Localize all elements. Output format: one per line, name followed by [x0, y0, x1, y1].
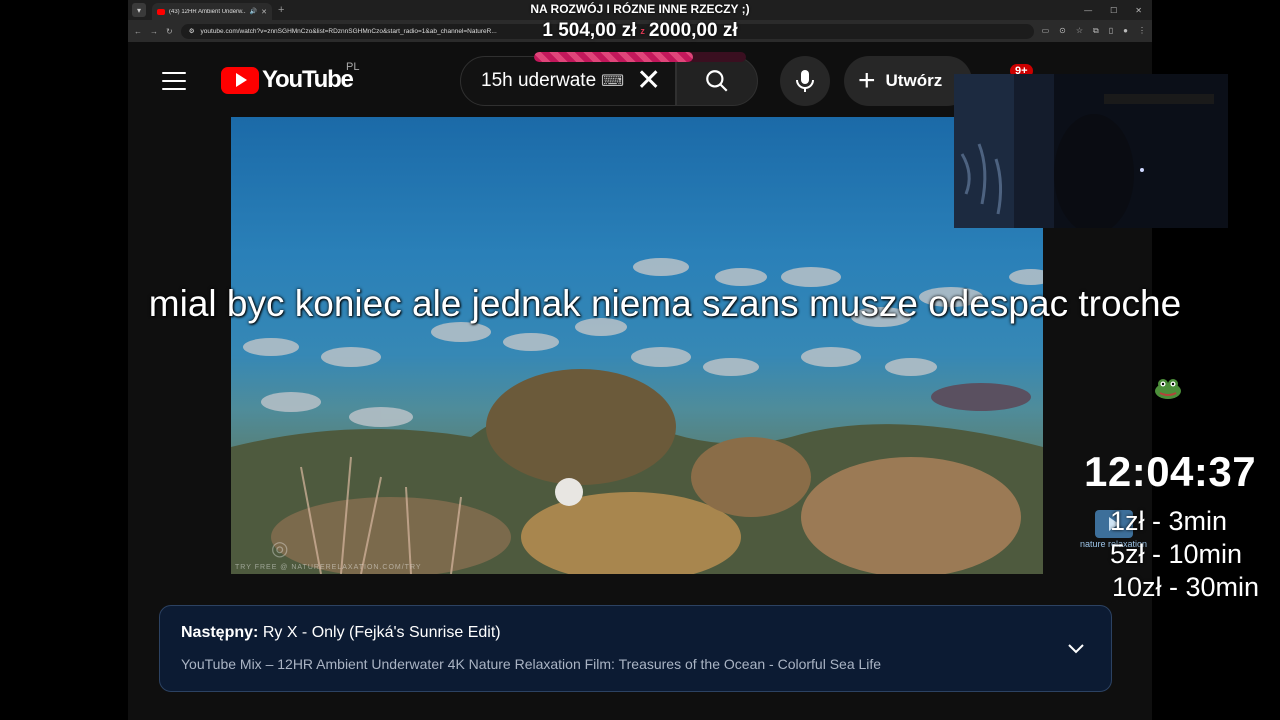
search-input[interactable]: 15h uderwate ⌨ ✕	[460, 56, 676, 106]
goal-progress-fill	[534, 52, 694, 62]
mix-title: YouTube Mix – 12HR Ambient Underwater 4K…	[181, 656, 882, 672]
microphone-icon	[796, 70, 814, 92]
next-up-title: Ry X - Only (Fejká's Sunrise Edit)	[262, 624, 501, 641]
stream-clock: 12:04:37	[1084, 448, 1257, 495]
goal-amounts: 1 504,00 zł z 2000,00 zł	[0, 20, 1280, 42]
search-icon	[706, 70, 728, 92]
goal-target: 2000,00 zł	[648, 20, 738, 41]
keyboard-icon[interactable]: ⌨	[601, 71, 624, 91]
price-item: 10zł - 30min	[1112, 572, 1260, 602]
search-query: 15h uderwate	[481, 70, 597, 91]
donation-price-list: 1zł - 3min 5zł - 10min 10zł - 30min	[1110, 505, 1259, 604]
next-up-card[interactable]: Następny: Ry X - Only (Fejká's Sunrise E…	[159, 605, 1112, 692]
webcam-feed	[954, 74, 1228, 228]
youtube-play-icon	[221, 66, 259, 94]
youtube-logo[interactable]: YouTube PL	[221, 61, 359, 94]
video-watermark: TRY FREE @ NATURERELAXATION.COM/TRY	[235, 564, 422, 571]
watermark-logo-icon: ◎	[271, 538, 289, 560]
frog-emote-icon	[1155, 379, 1181, 399]
country-code: PL	[346, 61, 360, 73]
goal-progress-bar	[534, 52, 746, 62]
next-up-line: Następny: Ry X - Only (Fejká's Sunrise E…	[181, 624, 1090, 642]
create-label: Utwórz	[885, 71, 943, 90]
goal-current: 1 504,00 zł	[542, 20, 637, 41]
next-up-label: Następny:	[181, 624, 259, 641]
underwater-scene	[231, 258, 1043, 574]
stream-frame: NA ROZWÓJ I RÓZNE INNE RZECZY ;) 1 504,0…	[0, 0, 1280, 720]
chevron-down-icon[interactable]	[1067, 639, 1085, 657]
youtube-logo-text: YouTube	[262, 66, 354, 93]
clear-search-icon[interactable]: ✕	[636, 66, 661, 96]
video-player[interactable]: ◎ TRY FREE @ NATURERELAXATION.COM/TRY	[231, 117, 1043, 574]
hamburger-menu-icon[interactable]	[162, 72, 186, 96]
plus-icon: +	[858, 64, 876, 97]
create-button[interactable]: + Utwórz	[844, 56, 972, 106]
goal-separator: z	[640, 25, 645, 36]
voice-search-button[interactable]	[780, 56, 830, 106]
search-button[interactable]	[676, 56, 758, 106]
price-item: 5zł - 10min	[1110, 539, 1243, 569]
goal-title: NA ROZWÓJ I RÓZNE INNE RZECZY ;)	[530, 2, 750, 16]
stream-caption: mial byc koniec ale jednak niema szans m…	[148, 283, 1182, 324]
webcam-overlay	[954, 74, 1228, 228]
price-item: 1zł - 3min	[1110, 506, 1228, 536]
